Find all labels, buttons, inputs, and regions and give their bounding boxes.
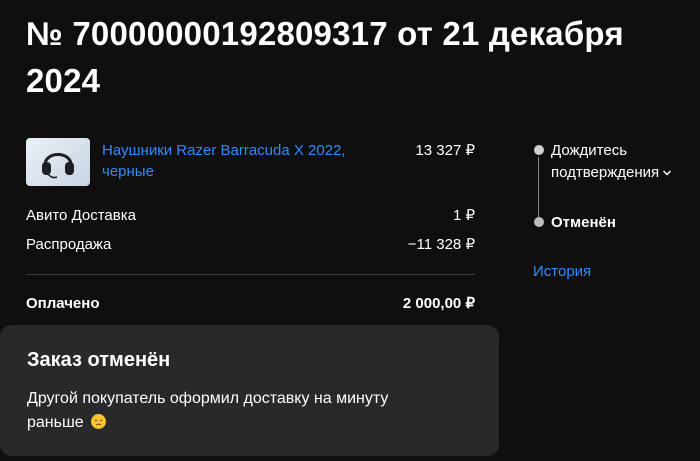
sale-line: Распродажа −11 328 ₽ [26,234,475,255]
cancel-text: Другой покупатель оформил доставку на ми… [27,390,389,431]
divider [26,274,475,275]
status-step-awaiting[interactable]: Дождитесь подтверждения [551,140,700,184]
cancel-message: Другой покупатель оформил доставку на ми… [27,387,447,435]
total-label: Оплачено [26,295,100,312]
cancel-notice-card: Заказ отменён Другой покупатель оформил … [0,325,499,456]
cancel-title: Заказ отменён [27,349,171,371]
disappointed-face-icon [91,414,107,429]
delivery-label: Авито Доставка [26,207,136,224]
product-link[interactable]: Наушники Razer Barracuda X 2022, черные [102,140,372,182]
headphones-icon [42,153,74,179]
sale-value: −11 328 ₽ [407,236,475,253]
history-link[interactable]: История [533,261,591,283]
order-items: Наушники Razer Barracuda X 2022, черные … [26,138,475,314]
status-dot-icon [534,145,544,155]
chevron-down-icon [662,162,672,184]
product-thumbnail[interactable] [26,138,90,186]
page-title: № 70000000192809317 от 21 декабря 2024 [26,15,624,99]
product-price: 13 327 ₽ [415,142,475,159]
total-value: 2 000,00 ₽ [402,295,475,312]
status-step-cancelled: Отменён [551,214,616,231]
order-page: № 70000000192809317 от 21 декабря 2024 Н… [0,0,700,461]
delivery-line: Авито Доставка 1 ₽ [26,205,475,226]
sale-label: Распродажа [26,236,112,253]
status-step-awaiting-label: Дождитесь подтверждения [551,142,660,181]
delivery-value: 1 ₽ [452,207,475,224]
product-row: Наушники Razer Barracuda X 2022, черные … [26,138,475,190]
status-dot-icon [534,217,544,227]
total-line: Оплачено 2 000,00 ₽ [26,293,475,314]
status-connector [538,157,539,217]
